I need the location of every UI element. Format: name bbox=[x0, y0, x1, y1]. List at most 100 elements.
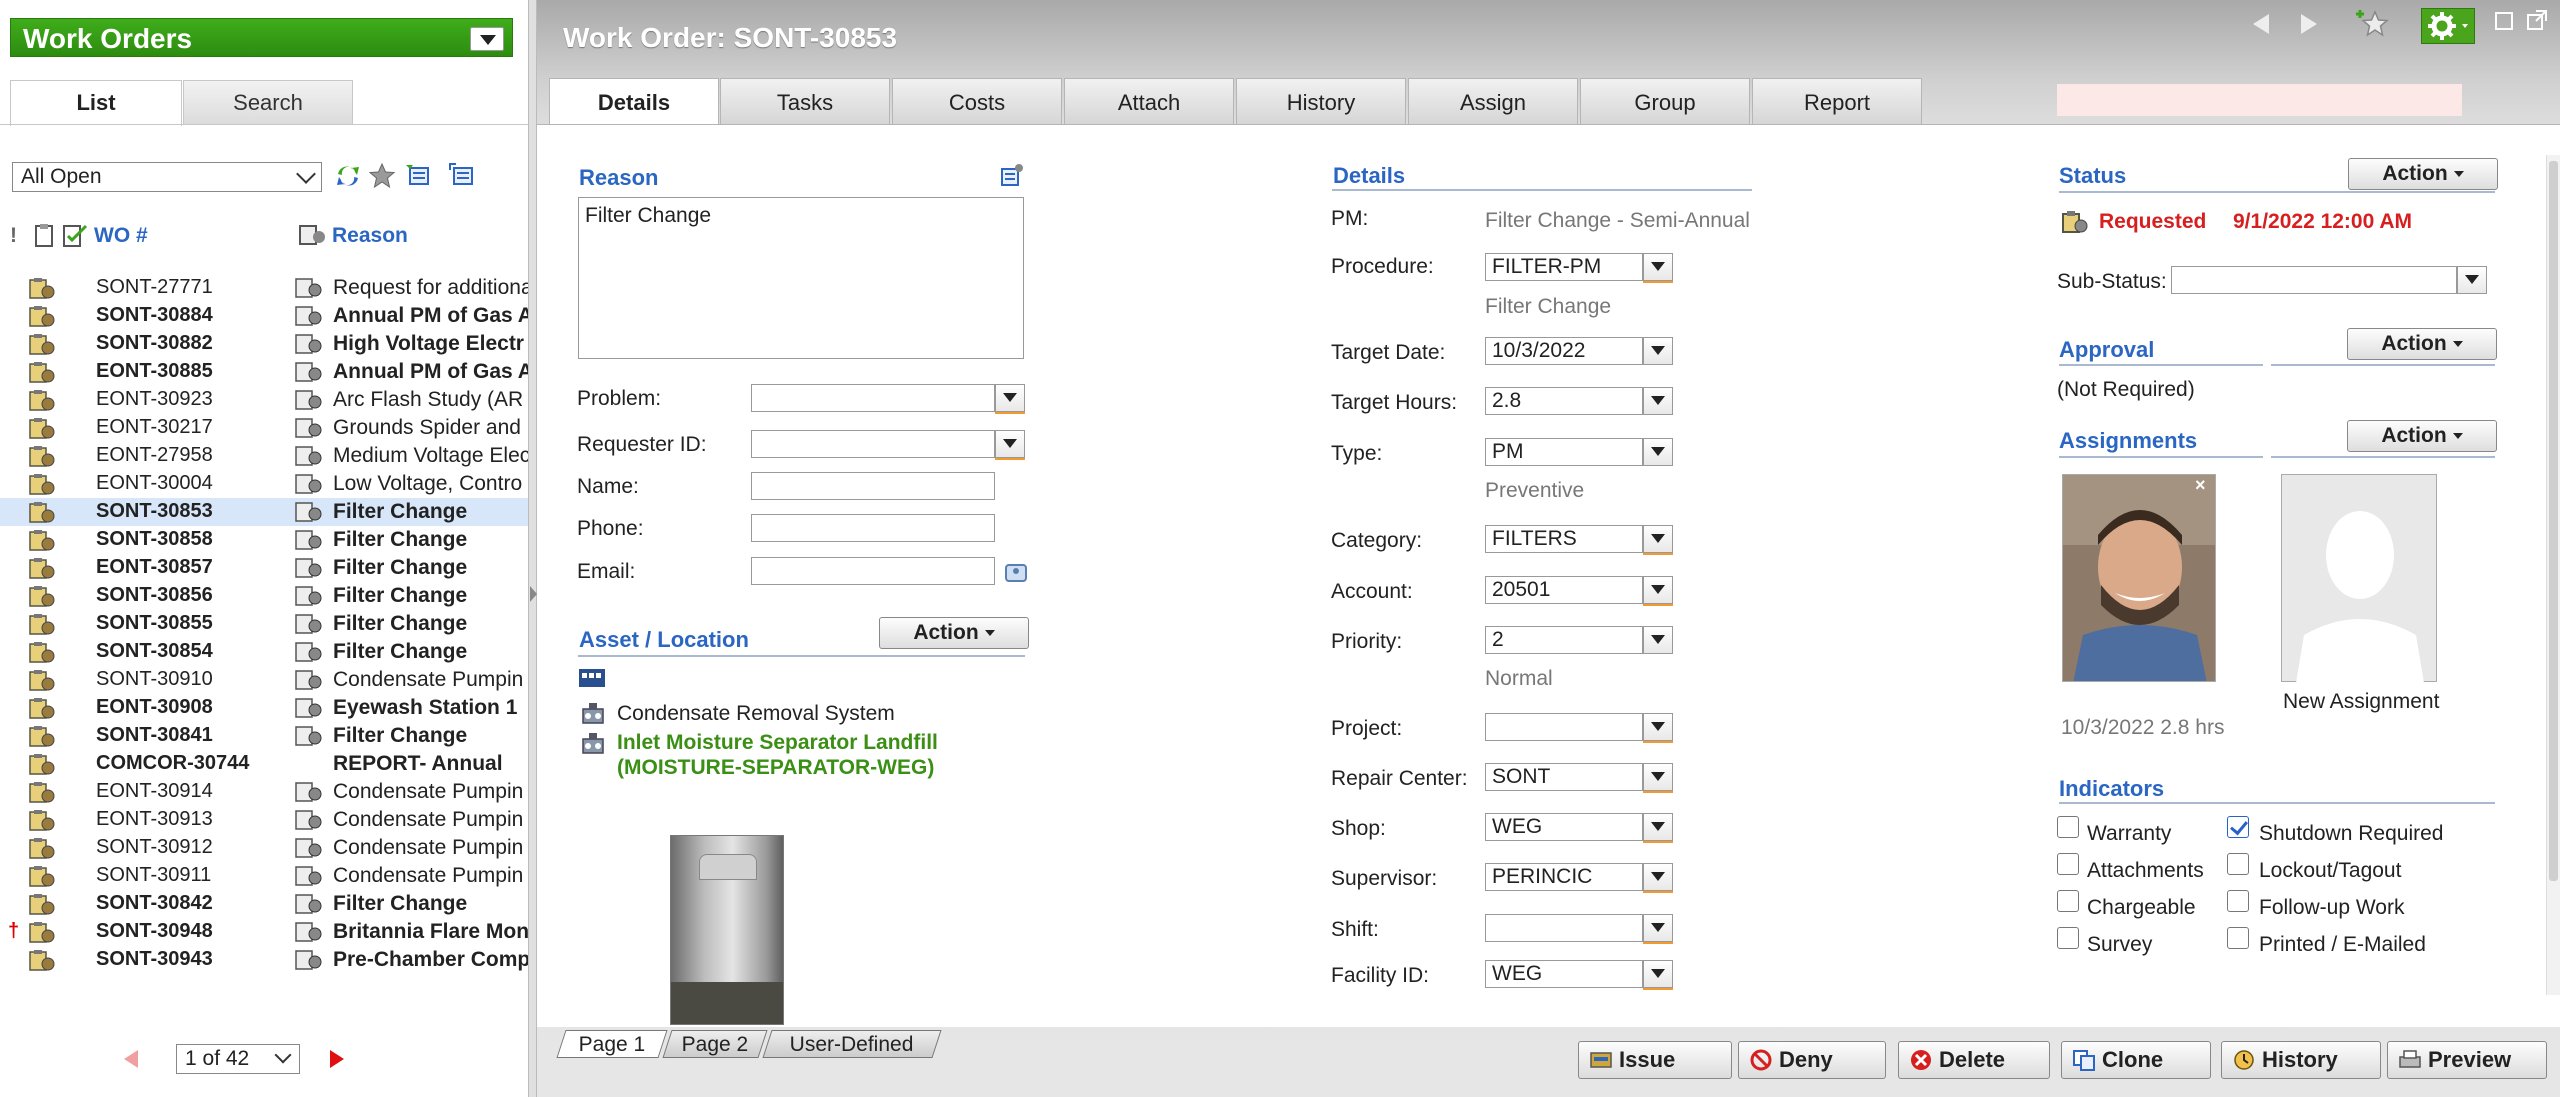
new-assignment-label[interactable]: New Assignment bbox=[2283, 690, 2439, 714]
asset-item-label[interactable]: Condensate Removal System bbox=[617, 702, 895, 726]
tab-details[interactable]: Details bbox=[549, 78, 719, 125]
tab-attach[interactable]: Attach bbox=[1064, 78, 1234, 124]
attachments-checkbox[interactable] bbox=[2057, 853, 2079, 875]
printed-emailed-checkbox[interactable] bbox=[2227, 927, 2249, 949]
collapse-arrow-icon[interactable] bbox=[530, 586, 537, 602]
wo-number-column[interactable]: WO # bbox=[94, 224, 148, 248]
add-favorite-icon[interactable] bbox=[2351, 6, 2391, 40]
procedure-dropdown-icon[interactable] bbox=[1643, 253, 1673, 281]
survey-checkbox[interactable] bbox=[2057, 927, 2079, 949]
asset-tree-icon[interactable] bbox=[577, 665, 607, 691]
table-row[interactable]: SONT-30911 Condensate Pumpin bbox=[0, 862, 528, 890]
assignee-avatar[interactable]: × bbox=[2062, 474, 2216, 682]
target-hours-input[interactable]: 2.8 bbox=[1485, 387, 1643, 415]
table-row[interactable]: SONT-30882 High Voltage Electr bbox=[0, 330, 528, 358]
table-row[interactable]: EONT-30908 Eyewash Station 1 bbox=[0, 694, 528, 722]
table-row[interactable]: SONT-30858 Filter Change bbox=[0, 526, 528, 554]
supervisor-input[interactable]: PERINCIC bbox=[1485, 863, 1643, 891]
table-row[interactable]: EONT-30914 Condensate Pumpin bbox=[0, 778, 528, 806]
new-assignment-placeholder[interactable] bbox=[2281, 474, 2437, 683]
type-dropdown-icon[interactable] bbox=[1643, 438, 1673, 466]
project-input[interactable] bbox=[1485, 713, 1643, 741]
star-icon[interactable] bbox=[368, 162, 396, 190]
type-input[interactable]: PM bbox=[1485, 438, 1643, 466]
table-row[interactable]: SONT-30912 Condensate Pumpin bbox=[0, 834, 528, 862]
table-row[interactable]: EONT-30923 Arc Flash Study (AR bbox=[0, 386, 528, 414]
asset-photo[interactable] bbox=[670, 835, 784, 1025]
tab-tasks[interactable]: Tasks bbox=[720, 78, 890, 124]
table-row[interactable]: SONT-27771 Request for additional bbox=[0, 274, 528, 302]
account-input[interactable]: 20501 bbox=[1485, 576, 1643, 604]
category-input[interactable]: FILTERS bbox=[1485, 525, 1643, 553]
problem-input[interactable] bbox=[751, 384, 995, 412]
category-dropdown-icon[interactable] bbox=[1643, 525, 1673, 553]
reason-lookup-icon[interactable] bbox=[999, 163, 1025, 189]
remove-assignee-icon[interactable]: × bbox=[2195, 476, 2211, 494]
substatus-dropdown-icon[interactable] bbox=[2457, 266, 2487, 294]
table-row[interactable]: † SONT-30948 Britannia Flare Mon bbox=[0, 918, 528, 946]
list-filter-icon[interactable] bbox=[404, 162, 432, 190]
priority-input[interactable]: 2 bbox=[1485, 626, 1643, 654]
account-dropdown-icon[interactable] bbox=[1643, 576, 1673, 604]
project-dropdown-icon[interactable] bbox=[1643, 713, 1673, 741]
tab-history[interactable]: History bbox=[1236, 78, 1406, 124]
phone-input[interactable] bbox=[751, 514, 995, 542]
nav-back-icon[interactable] bbox=[2253, 14, 2269, 34]
table-row[interactable]: SONT-30884 Annual PM of Gas A bbox=[0, 302, 528, 330]
procedure-input[interactable]: FILTER-PM bbox=[1485, 253, 1643, 281]
status-action-button[interactable]: Action bbox=[2348, 158, 2498, 190]
repair-center-dropdown-icon[interactable] bbox=[1643, 763, 1673, 791]
maximize-icon[interactable] bbox=[2495, 12, 2513, 30]
nav-forward-icon[interactable] bbox=[2301, 14, 2317, 34]
preview-button[interactable]: Preview bbox=[2387, 1041, 2547, 1079]
problem-dropdown-icon[interactable] bbox=[995, 384, 1025, 412]
table-row[interactable]: COMCOR-30744 REPORT- Annual bbox=[0, 750, 528, 778]
issue-button[interactable]: Issue bbox=[1578, 1041, 1732, 1079]
page-tab-user-defined[interactable]: User-Defined bbox=[762, 1030, 942, 1058]
table-row[interactable]: EONT-30217 Grounds Spider and bbox=[0, 414, 528, 442]
facility-dropdown-icon[interactable] bbox=[1643, 960, 1673, 988]
substatus-input[interactable] bbox=[2171, 266, 2457, 294]
table-row[interactable]: SONT-30842 Filter Change bbox=[0, 890, 528, 918]
tab-group[interactable]: Group bbox=[1580, 78, 1750, 124]
deny-button[interactable]: Deny bbox=[1738, 1041, 1886, 1079]
table-row[interactable]: SONT-30854 Filter Change bbox=[0, 638, 528, 666]
history-button[interactable]: History bbox=[2221, 1041, 2381, 1079]
list-export-icon[interactable] bbox=[448, 162, 476, 190]
shop-input[interactable]: WEG bbox=[1485, 813, 1643, 841]
reason-column[interactable]: Reason bbox=[332, 224, 408, 248]
lockout-tagout-checkbox[interactable] bbox=[2227, 853, 2249, 875]
table-row[interactable]: SONT-30841 Filter Change bbox=[0, 722, 528, 750]
panel-splitter[interactable] bbox=[528, 0, 537, 1097]
clone-button[interactable]: Clone bbox=[2061, 1041, 2211, 1079]
refresh-icon[interactable] bbox=[334, 162, 362, 190]
previous-page-arrow-icon[interactable] bbox=[124, 1050, 138, 1068]
email-contact-icon[interactable] bbox=[1003, 559, 1029, 585]
popout-icon[interactable] bbox=[2527, 10, 2547, 30]
tab-report[interactable]: Report bbox=[1752, 78, 1922, 124]
tab-search[interactable]: Search bbox=[183, 80, 353, 124]
supervisor-dropdown-icon[interactable] bbox=[1643, 863, 1673, 891]
tab-costs[interactable]: Costs bbox=[892, 78, 1062, 124]
shift-input[interactable] bbox=[1485, 914, 1643, 942]
requester-input[interactable] bbox=[751, 430, 995, 458]
table-row[interactable]: EONT-30857 Filter Change bbox=[0, 554, 528, 582]
calendar-dropdown-icon[interactable] bbox=[1643, 337, 1673, 365]
name-input[interactable] bbox=[751, 472, 995, 500]
follow-up-work-checkbox[interactable] bbox=[2227, 890, 2249, 912]
delete-button[interactable]: Delete bbox=[1898, 1041, 2050, 1079]
approval-action-button[interactable]: Action bbox=[2347, 328, 2497, 360]
reason-textarea[interactable]: Filter Change bbox=[578, 197, 1024, 359]
table-row[interactable]: EONT-27958 Medium Voltage Elec bbox=[0, 442, 528, 470]
table-row[interactable]: EONT-30913 Condensate Pumpin bbox=[0, 806, 528, 834]
panel-menu-dropdown[interactable] bbox=[470, 27, 504, 51]
requester-dropdown-icon[interactable] bbox=[995, 430, 1025, 458]
table-row[interactable]: EONT-30004 Low Voltage, Contro bbox=[0, 470, 528, 498]
page-select[interactable]: 1 of 42 bbox=[176, 1044, 300, 1074]
chargeable-checkbox[interactable] bbox=[2057, 890, 2079, 912]
shutdown-required-checkbox[interactable] bbox=[2227, 816, 2249, 838]
facility-input[interactable]: WEG bbox=[1485, 960, 1643, 988]
asset-link[interactable]: Inlet Moisture Separator Landfill (MOIST… bbox=[617, 730, 997, 780]
shop-dropdown-icon[interactable] bbox=[1643, 813, 1673, 841]
shift-dropdown-icon[interactable] bbox=[1643, 914, 1673, 942]
